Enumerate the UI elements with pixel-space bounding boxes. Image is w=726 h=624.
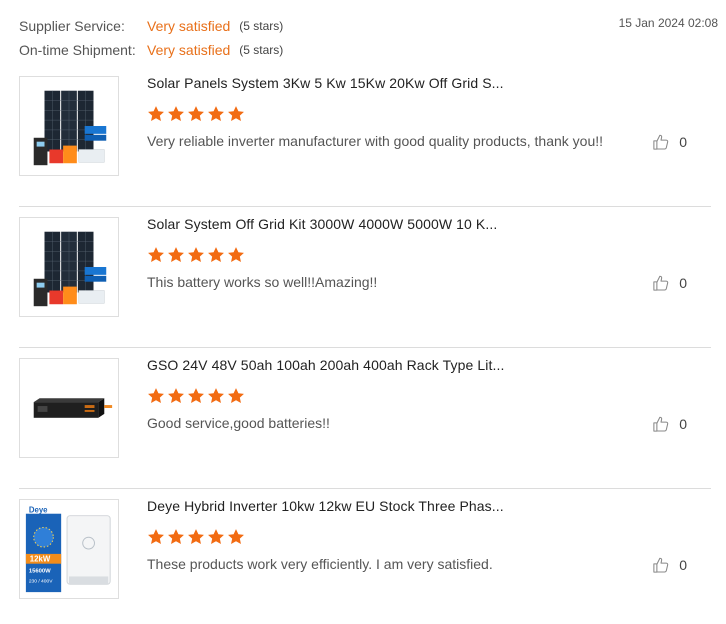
star-icon bbox=[168, 388, 184, 404]
thumbs-up-icon bbox=[653, 134, 669, 150]
star-icon bbox=[208, 106, 224, 122]
star-icon bbox=[168, 106, 184, 122]
star-icon bbox=[228, 529, 244, 545]
thumbs-up-icon bbox=[653, 416, 669, 432]
star-icon bbox=[208, 247, 224, 263]
star-icon bbox=[228, 106, 244, 122]
star-icon bbox=[208, 529, 224, 545]
star-icon bbox=[168, 247, 184, 263]
supplier-service-value: Very satisfied bbox=[147, 18, 231, 34]
star-icon bbox=[148, 388, 164, 404]
ontime-shipment-label: On-time Shipment: bbox=[19, 42, 136, 58]
solar-system-kit-image bbox=[33, 90, 107, 166]
star-rating bbox=[147, 246, 245, 264]
like-button[interactable]: 0 bbox=[652, 556, 687, 574]
star-icon bbox=[228, 247, 244, 263]
product-title[interactable]: Solar System Off Grid Kit 3000W 4000W 50… bbox=[147, 216, 497, 232]
star-rating bbox=[147, 528, 245, 546]
hybrid-inverter-image: Deye 12kW 15600W 230 / 400V bbox=[25, 506, 111, 593]
star-rating bbox=[147, 387, 245, 405]
like-button[interactable]: 0 bbox=[652, 415, 687, 433]
supplier-service-stars: (5 stars) bbox=[239, 19, 284, 33]
product-thumbnail[interactable] bbox=[19, 76, 119, 176]
star-icon bbox=[188, 388, 204, 404]
star-icon bbox=[188, 106, 204, 122]
review-comment: This battery works so well!!Amazing!! bbox=[147, 274, 378, 290]
like-count: 0 bbox=[679, 275, 687, 291]
solar-system-kit-image bbox=[33, 231, 107, 307]
thumbs-up-icon bbox=[653, 275, 669, 291]
product-thumbnail[interactable] bbox=[19, 217, 119, 317]
like-count: 0 bbox=[679, 416, 687, 432]
review-item: Solar Panels System 3Kw 5 Kw 15Kw 20Kw O… bbox=[19, 66, 711, 207]
review-list: Solar Panels System 3Kw 5 Kw 15Kw 20Kw O… bbox=[19, 66, 711, 624]
review-item: GSO 24V 48V 50ah 100ah 200ah 400ah Rack … bbox=[19, 348, 711, 489]
like-button[interactable]: 0 bbox=[652, 274, 687, 292]
supplier-service-rating: Supplier Service: Very satisfied (5 star… bbox=[19, 14, 719, 38]
product-title[interactable]: Solar Panels System 3Kw 5 Kw 15Kw 20Kw O… bbox=[147, 75, 504, 91]
like-count: 0 bbox=[679, 557, 687, 573]
svg-text:230 / 400V: 230 / 400V bbox=[29, 578, 53, 584]
product-thumbnail[interactable]: Deye 12kW 15600W 230 / 400V bbox=[19, 499, 119, 599]
like-button[interactable]: 0 bbox=[652, 133, 687, 151]
ontime-shipment-stars: (5 stars) bbox=[239, 43, 284, 57]
star-icon bbox=[208, 388, 224, 404]
product-thumbnail[interactable] bbox=[19, 358, 119, 458]
star-icon bbox=[228, 388, 244, 404]
star-icon bbox=[188, 529, 204, 545]
star-icon bbox=[148, 529, 164, 545]
like-count: 0 bbox=[679, 134, 687, 150]
review-comment: These products work very efficiently. I … bbox=[147, 556, 493, 572]
star-icon bbox=[188, 247, 204, 263]
review-item: Solar System Off Grid Kit 3000W 4000W 50… bbox=[19, 207, 711, 348]
star-icon bbox=[148, 247, 164, 263]
svg-text:12kW: 12kW bbox=[30, 555, 51, 564]
supplier-ratings: Supplier Service: Very satisfied (5 star… bbox=[19, 14, 719, 62]
star-icon bbox=[148, 106, 164, 122]
thumbs-up-icon bbox=[653, 557, 669, 573]
ontime-shipment-rating: On-time Shipment: Very satisfied (5 star… bbox=[19, 38, 719, 62]
star-rating bbox=[147, 105, 245, 123]
review-comment: Very reliable inverter manufacturer with… bbox=[147, 133, 604, 149]
svg-text:Deye: Deye bbox=[29, 506, 48, 515]
rack-battery-image bbox=[33, 398, 113, 418]
ontime-shipment-value: Very satisfied bbox=[147, 42, 231, 58]
product-title[interactable]: Deye Hybrid Inverter 10kw 12kw EU Stock … bbox=[147, 498, 504, 514]
review-comment: Good service,good batteries!! bbox=[147, 415, 330, 431]
product-title[interactable]: GSO 24V 48V 50ah 100ah 200ah 400ah Rack … bbox=[147, 357, 504, 373]
supplier-service-label: Supplier Service: bbox=[19, 18, 125, 34]
review-timestamp: 15 Jan 2024 02:08 bbox=[618, 16, 718, 30]
review-item: Deye 12kW 15600W 230 / 400V Deye Hybrid … bbox=[19, 489, 711, 624]
svg-text:15600W: 15600W bbox=[29, 569, 51, 575]
star-icon bbox=[168, 529, 184, 545]
